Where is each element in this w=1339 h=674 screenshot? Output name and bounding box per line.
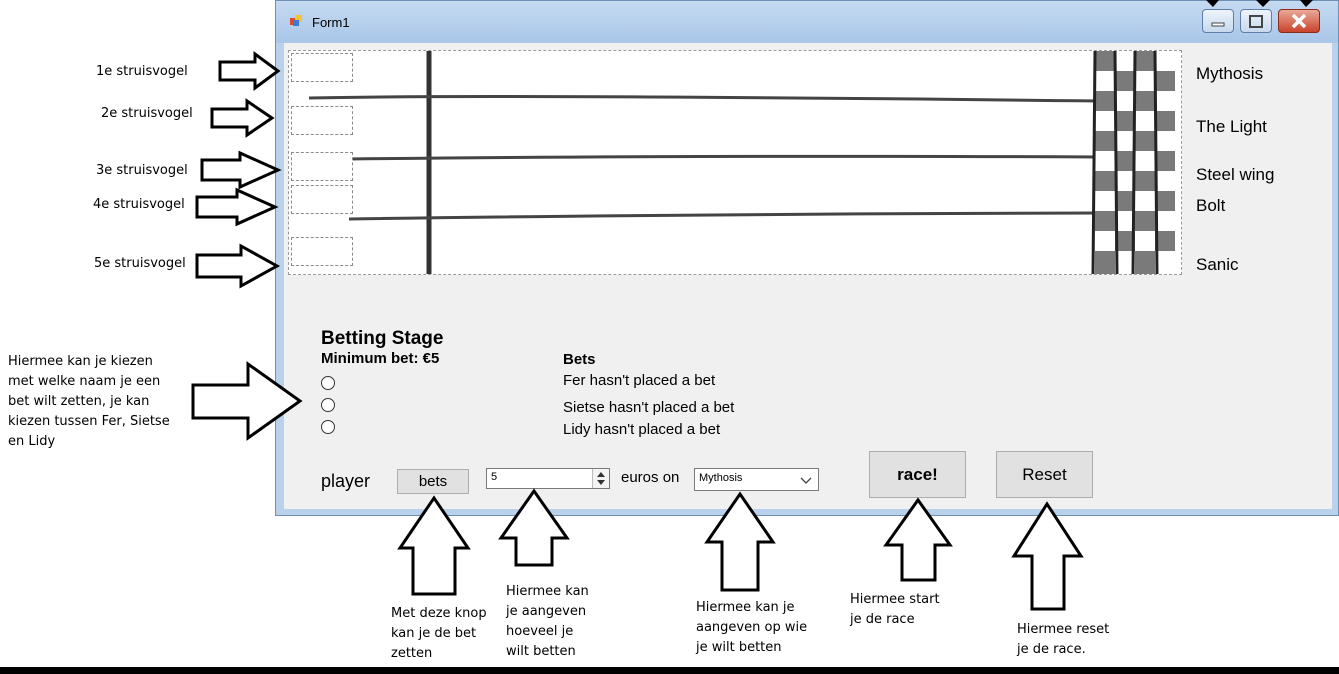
annotation-arrows	[191, 0, 1313, 611]
reset-help-note: Hiermee reset je de race.	[1017, 622, 1110, 657]
horse-help-note: Hiermee kan je aangeven op wie je wilt b…	[696, 600, 808, 655]
radio-help-note: Hiermee kan je kiezen met welke naam je …	[8, 354, 170, 449]
arrow-right-icon	[200, 150, 282, 190]
arrow-right-icon	[195, 243, 281, 289]
arrow-up-icon	[397, 495, 471, 596]
bottom-border	[0, 667, 1339, 674]
arrow-up-icon	[704, 491, 776, 592]
arrow-right-icon	[210, 98, 275, 138]
label-ostrich-3: 3e struisvogel	[96, 163, 188, 178]
arrow-up-icon	[883, 497, 953, 582]
label-ostrich-2: 2e struisvogel	[101, 106, 193, 121]
label-ostrich-1: 1e struisvogel	[96, 64, 188, 79]
label-ostrich-5: 5e struisvogel	[94, 256, 186, 271]
arrow-up-icon	[1011, 501, 1084, 611]
arrow-right-icon	[218, 51, 281, 91]
arrow-right-icon	[191, 361, 303, 441]
arrow-right-icon	[195, 187, 279, 227]
race-help-note: Hiermee start je de race	[850, 592, 940, 627]
bets-help-note: Met deze knop kan je de bet zetten	[391, 606, 487, 661]
arrow-up-icon	[498, 488, 570, 567]
label-ostrich-4: 4e struisvogel	[93, 197, 185, 212]
amount-help-note: Hiermee kan je aangeven hoeveel je wilt …	[506, 584, 589, 659]
